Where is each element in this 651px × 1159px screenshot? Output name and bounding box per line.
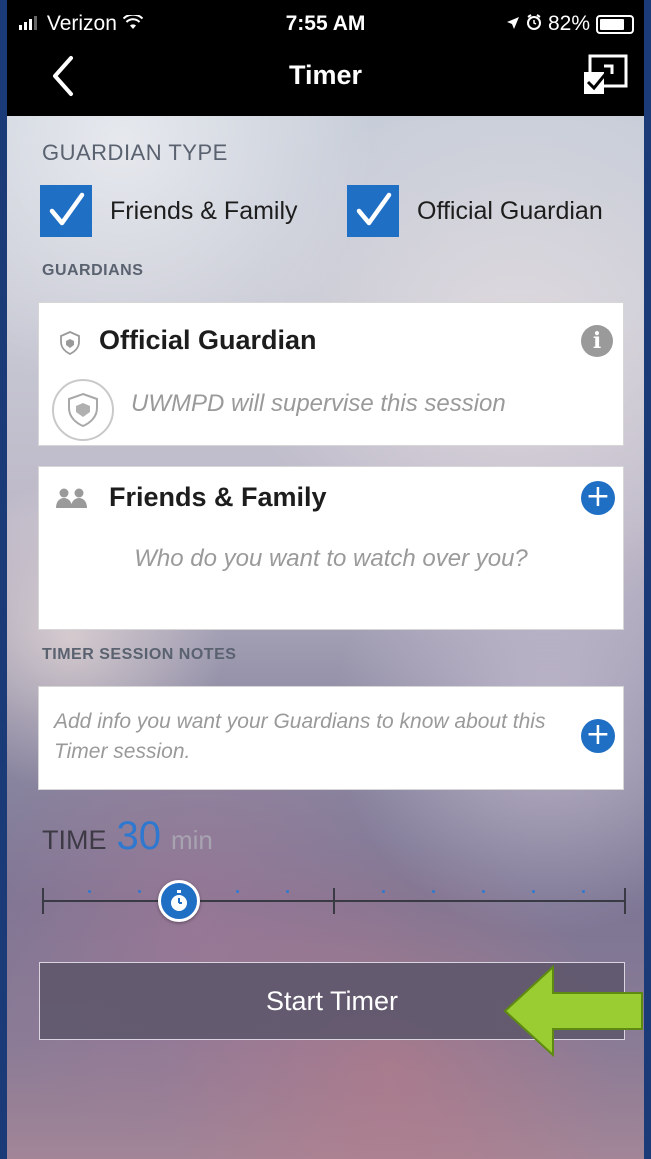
slider-dot [138,890,141,893]
slider-dot [236,890,239,893]
time-label: TIME [42,825,107,855]
friends-family-checkbox[interactable]: Friends & Family [40,185,298,237]
cast-screen-icon [584,54,628,94]
official-guardian-title: Official Guardian [99,325,317,355]
battery-icon [596,14,634,34]
header: Verizon 7:55 AM 82% Timer [7,0,644,116]
official-guardian-card: Official Guardian i UWMPD will supervise… [38,302,624,446]
page-title: Timer [288,60,363,90]
slider-tick [42,888,44,914]
friends-family-title: Friends & Family [109,482,327,512]
slider-dot [532,890,535,893]
checkbox-checked-icon [40,185,92,237]
timer-notes-field[interactable]: Add info you want your Guardians to know… [38,686,624,790]
friends-family-placeholder: Who do you want to watch over you? [134,545,528,572]
official-guardian-subtitle: UWMPD will supervise this session [131,390,506,417]
add-guardian-icon[interactable]: + [581,481,615,515]
checkbox-label: Official Guardian [417,196,603,225]
slider-dot [432,890,435,893]
slider-tick [624,888,626,914]
battery-status: 82% [506,12,634,36]
shield-icon [59,331,81,360]
checkbox-checked-icon [347,185,399,237]
time-value: 30 [116,814,162,858]
time-readout: TIME 30 min [42,814,213,859]
guardian-type-heading: GUARDIAN TYPE [42,140,228,165]
battery-percent: 82% [547,12,590,35]
notes-placeholder: Add info you want your Guardians to know… [54,710,546,763]
slider-tick [333,888,335,914]
friends-family-card[interactable]: Friends & Family + Who do you want to wa… [38,466,624,630]
app-screen: Verizon 7:55 AM 82% Timer GUARDIAN TYPE … [7,0,644,1159]
slider-thumb[interactable] [158,880,200,922]
official-guardian-checkbox[interactable]: Official Guardian [347,185,603,237]
alarm-icon [526,12,542,36]
slider-dot [482,890,485,893]
add-note-icon[interactable]: + [581,719,615,753]
slider-dot [286,890,289,893]
time-unit: min [171,825,213,855]
checkbox-label: Friends & Family [110,196,298,225]
location-icon [506,12,520,36]
police-badge-icon [52,379,114,441]
guardians-heading: GUARDIANS [42,262,144,279]
slider-dot [88,890,91,893]
people-icon [55,487,89,514]
arrow-left-icon [503,965,643,1057]
time-slider[interactable] [42,880,626,924]
slider-dot [382,890,385,893]
timer-notes-heading: TIMER SESSION NOTES [42,646,237,663]
info-icon[interactable]: i [581,325,613,357]
stopwatch-icon [171,890,187,911]
slider-dot [582,890,585,893]
share-screen-button[interactable] [582,52,630,96]
